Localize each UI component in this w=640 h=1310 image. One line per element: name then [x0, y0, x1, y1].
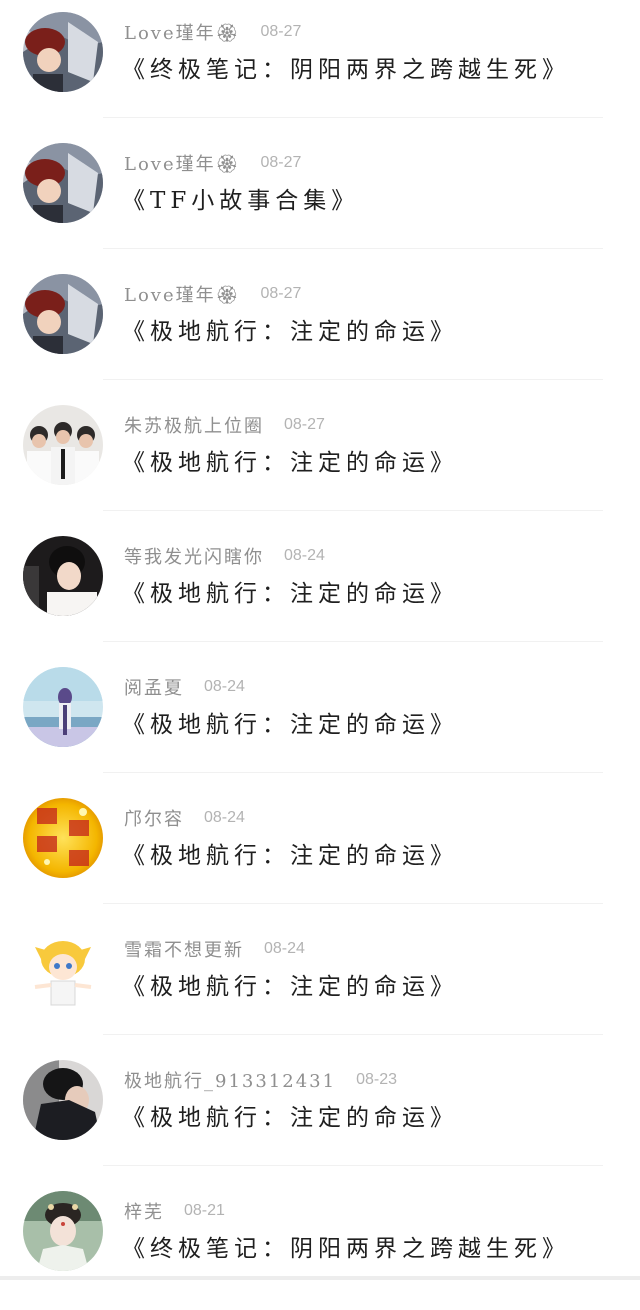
book-title[interactable]: 《极地航行：注定的命运》	[122, 574, 458, 608]
anime-character-avatar-icon[interactable]	[23, 274, 103, 354]
divider	[103, 903, 603, 904]
comment-meta: Love瑾年🏵 08-27	[124, 149, 301, 177]
timestamp: 08-24	[284, 547, 325, 564]
divider	[103, 510, 603, 511]
username[interactable]: Love瑾年🏵	[124, 281, 240, 307]
sky-photo-avatar-icon[interactable]	[23, 667, 103, 747]
comment-meta: 阅孟夏 08-24	[124, 673, 245, 701]
comment-meta: 梓芜 08-21	[124, 1197, 225, 1225]
bottom-divider	[0, 1276, 640, 1280]
list-item[interactable]: 等我发光闪瞎你 08-24 《极地航行：注定的命运》	[0, 524, 640, 655]
person-photo-avatar-icon[interactable]	[23, 536, 103, 616]
costume-portrait-avatar-icon[interactable]	[23, 1191, 103, 1271]
comment-meta: 雪霜不想更新 08-24	[124, 935, 305, 963]
book-title[interactable]: 《TF小故事合集》	[122, 181, 359, 215]
divider	[103, 248, 603, 249]
comment-meta: 邝尔容 08-24	[124, 804, 245, 832]
list-item[interactable]: 雪霜不想更新 08-24 《极地航行：注定的命运》	[0, 917, 640, 1048]
book-title[interactable]: 《极地航行：注定的命运》	[122, 705, 458, 739]
comment-meta: Love瑾年🏵 08-27	[124, 280, 301, 308]
list-item[interactable]: Love瑾年🏵 08-27 《极地航行：注定的命运》	[0, 262, 640, 393]
timestamp: 08-21	[184, 1202, 225, 1219]
username[interactable]: 朱苏极航上位圈	[124, 412, 264, 438]
timestamp: 08-24	[264, 940, 305, 957]
username[interactable]: Love瑾年🏵	[124, 19, 240, 45]
cartoon-boy-avatar-icon[interactable]	[23, 929, 103, 1009]
username[interactable]: 阅孟夏	[124, 674, 184, 700]
anime-character-avatar-icon[interactable]	[23, 12, 103, 92]
book-title[interactable]: 《极地航行：注定的命运》	[122, 312, 458, 346]
comment-meta: Love瑾年🏵 08-27	[124, 18, 301, 46]
list-item[interactable]: 极地航行_913312431 08-23 《极地航行：注定的命运》	[0, 1048, 640, 1179]
timestamp: 08-23	[356, 1071, 397, 1088]
timestamp: 08-24	[204, 809, 245, 826]
group-photo-avatar-icon[interactable]	[23, 405, 103, 485]
comment-meta: 朱苏极航上位圈 08-27	[124, 411, 325, 439]
new-year-greeting-avatar-icon[interactable]	[23, 798, 103, 878]
list-item[interactable]: 阅孟夏 08-24 《极地航行：注定的命运》	[0, 655, 640, 786]
timestamp: 08-27	[260, 285, 302, 302]
timestamp: 08-24	[204, 678, 245, 695]
username[interactable]: 等我发光闪瞎你	[124, 543, 264, 569]
book-title[interactable]: 《极地航行：注定的命运》	[122, 1098, 458, 1132]
divider	[103, 379, 603, 380]
book-title[interactable]: 《终极笔记：阴阳两界之跨越生死》	[122, 1229, 570, 1263]
divider	[103, 1034, 603, 1035]
username[interactable]: 邝尔容	[124, 805, 184, 831]
book-title[interactable]: 《终极笔记：阴阳两界之跨越生死》	[122, 50, 570, 84]
dark-photo-avatar-icon[interactable]	[23, 1060, 103, 1140]
anime-character-avatar-icon[interactable]	[23, 143, 103, 223]
username[interactable]: 雪霜不想更新	[124, 936, 244, 962]
timestamp: 08-27	[260, 154, 302, 171]
divider	[103, 772, 603, 773]
divider	[103, 1165, 603, 1166]
book-title[interactable]: 《极地航行：注定的命运》	[122, 443, 458, 477]
list-item[interactable]: Love瑾年🏵 08-27 《终极笔记：阴阳两界之跨越生死》	[0, 0, 640, 131]
divider	[103, 117, 603, 118]
timestamp: 08-27	[284, 416, 325, 433]
timestamp: 08-27	[260, 23, 302, 40]
comment-meta: 等我发光闪瞎你 08-24	[124, 542, 325, 570]
list-item[interactable]: 朱苏极航上位圈 08-27 《极地航行：注定的命运》	[0, 393, 640, 524]
list-item[interactable]: 梓芜 08-21 《终极笔记：阴阳两界之跨越生死》	[0, 1179, 640, 1310]
book-title[interactable]: 《极地航行：注定的命运》	[122, 967, 458, 1001]
book-title[interactable]: 《极地航行：注定的命运》	[122, 836, 458, 870]
username[interactable]: 梓芜	[124, 1198, 164, 1224]
divider	[103, 641, 603, 642]
list-item[interactable]: Love瑾年🏵 08-27 《TF小故事合集》	[0, 131, 640, 262]
comment-meta: 极地航行_913312431 08-23	[124, 1066, 397, 1094]
username[interactable]: 极地航行_913312431	[124, 1067, 336, 1093]
list-item[interactable]: 邝尔容 08-24 《极地航行：注定的命运》	[0, 786, 640, 917]
username[interactable]: Love瑾年🏵	[124, 150, 240, 176]
comment-list: Love瑾年🏵 08-27 《终极笔记：阴阳两界之跨越生死》 Love瑾年🏵 0…	[0, 0, 640, 1280]
